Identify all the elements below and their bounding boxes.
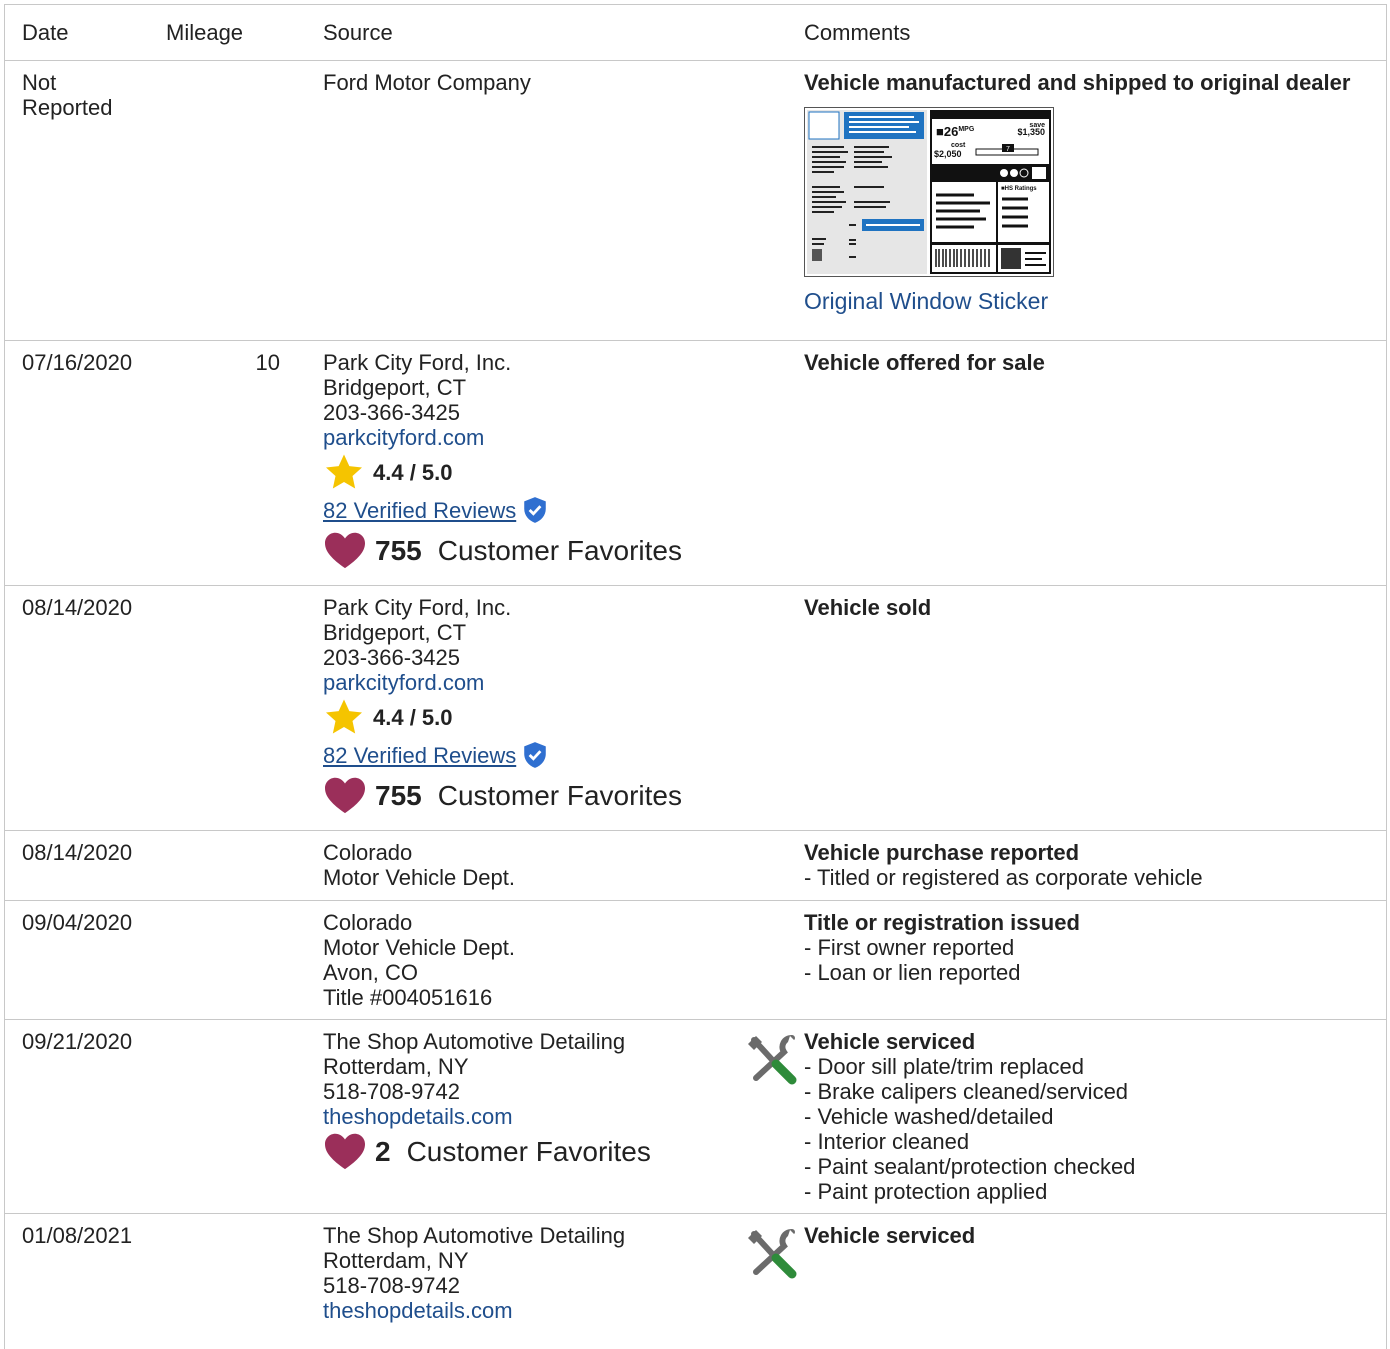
record-date: 07/16/2020 [22,350,133,375]
source-name: Park City Ford, Inc. [323,595,512,620]
title-number: Title #004051616 [323,985,493,1010]
heart-icon [325,1133,365,1170]
favorites-count: 755 [375,779,422,811]
shop-website-link[interactable]: theshopdetails.com [323,1298,743,1323]
service-tools-icon [748,1035,797,1085]
record-date: Not [22,70,57,95]
comment-detail: - Loan or lien reported [804,960,1021,985]
record-date: 08/14/2020 [22,595,133,620]
comment-detail: - Titled or registered as corporate vehi… [804,865,1203,890]
table-row: 09/21/2020 The Shop Automotive Detailing… [5,1020,1386,1214]
source-name: Colorado [323,910,413,935]
comment-detail: - Interior cleaned [804,1129,970,1154]
heart-icon [325,532,365,569]
svg-text:■HS Ratings: ■HS Ratings [1001,186,1037,192]
favorites-count: 2 [375,1135,391,1167]
table-row: 01/08/2021 The Shop Automotive Detailing… [5,1214,1386,1349]
comment-detail: - Paint sealant/protection checked [804,1154,1136,1179]
source-phone: 518-708-9742 [323,1079,461,1104]
source-name: Colorado [323,840,413,865]
source-location: Motor Vehicle Dept. [323,935,515,960]
dealer-rating: 4.4 / 5.0 [323,697,743,737]
service-tools-icon [748,1229,797,1279]
source-phone: 518-708-9742 [323,1273,461,1298]
dealer-website-link[interactable]: parkcityford.com [323,670,743,695]
table-row: Not Reported Ford Motor Company Vehicle … [5,61,1386,341]
source-phone: 203-366-3425 [323,400,461,425]
header-mileage: Mileage [166,20,244,45]
record-date: 09/04/2020 [22,910,133,935]
comment-title: Vehicle manufactured and shipped to orig… [804,70,1351,95]
record-date: 08/14/2020 [22,840,133,865]
comment-detail: - Paint protection applied [804,1179,1048,1204]
favorites-label: Customer Favorites [437,534,683,566]
dealer-rating: 4.4 / 5.0 [323,452,743,492]
comment-title: Title or registration issued [804,910,1080,935]
source-location: Rotterdam, NY [323,1248,469,1273]
comment-detail: - Vehicle washed/detailed [804,1104,1054,1129]
verified-reviews-link[interactable]: 82 Verified Reviews [323,743,516,768]
source-phone: 203-366-3425 [323,645,461,670]
table-row: 08/14/2020 Colorado Motor Vehicle Dept. … [5,831,1386,901]
source-location: Rotterdam, NY [323,1054,469,1079]
shop-website-link[interactable]: theshopdetails.com [323,1104,743,1129]
comment-title: Vehicle sold [804,595,932,620]
record-date: 09/21/2020 [22,1029,133,1054]
source-city: Avon, CO [323,960,418,985]
star-icon [326,454,362,489]
source-name: Park City Ford, Inc. [323,350,512,375]
comment-title: Vehicle serviced [804,1223,976,1248]
verified-reviews-link[interactable]: 82 Verified Reviews [323,498,516,523]
favorites-count: 755 [375,534,422,566]
svg-text:cost: cost [951,142,966,149]
verified-shield-icon [524,497,546,523]
favorites-label: Customer Favorites [406,1135,651,1167]
source-location: Bridgeport, CT [323,375,467,400]
source-name: Ford Motor Company [323,70,531,95]
table-row: 08/14/2020 Park City Ford, Inc. Bridgepo… [5,586,1386,831]
record-date: 01/08/2021 [22,1223,133,1248]
source-name: The Shop Automotive Detailing [323,1029,626,1054]
table-row: 09/04/2020 Colorado Motor Vehicle Dept. … [5,901,1386,1020]
source-location: Bridgeport, CT [323,620,467,645]
comment-title: Vehicle purchase reported [804,840,1080,865]
customer-favorites: 755 Customer Favorites [323,528,743,572]
comment-detail: - Door sill plate/trim replaced [804,1054,1084,1079]
rating-value: 4.4 / 5.0 [373,459,453,485]
record-mileage: 10 [255,350,280,375]
table-header: Date Mileage Source Comments [5,5,1386,61]
source-location: Motor Vehicle Dept. [323,865,515,890]
heart-icon [325,777,365,814]
header-source: Source [323,20,393,45]
customer-favorites: 755 Customer Favorites [323,773,743,817]
svg-text:$2,050: $2,050 [934,149,962,159]
svg-text:$1,350: $1,350 [1017,127,1045,137]
vehicle-history-table: Date Mileage Source Comments Not Reporte… [4,4,1387,1349]
favorites-label: Customer Favorites [437,779,683,811]
comment-title: Vehicle offered for sale [804,350,1045,375]
comment-title: Vehicle serviced [804,1029,976,1054]
comment-detail: - First owner reported [804,935,1015,960]
window-sticker-link[interactable]: Original Window Sticker [804,289,1379,314]
svg-text:7: 7 [1006,146,1010,153]
record-date-line2: Reported [22,95,113,120]
source-name: The Shop Automotive Detailing [323,1223,626,1248]
window-sticker-thumbnail[interactable]: ■26MPG save $1,350 cost $2,050 7 ■HS Rat… [804,107,1054,277]
customer-favorites: 2 Customer Favorites [323,1129,743,1173]
rating-value: 4.4 / 5.0 [373,704,453,730]
star-icon [326,699,362,734]
header-comments: Comments [804,20,911,45]
dealer-website-link[interactable]: parkcityford.com [323,425,743,450]
comment-detail: - Brake calipers cleaned/serviced [804,1079,1129,1104]
table-row: 07/16/2020 10 Park City Ford, Inc. Bridg… [5,341,1386,586]
verified-shield-icon [524,742,546,768]
header-date: Date [22,20,69,45]
